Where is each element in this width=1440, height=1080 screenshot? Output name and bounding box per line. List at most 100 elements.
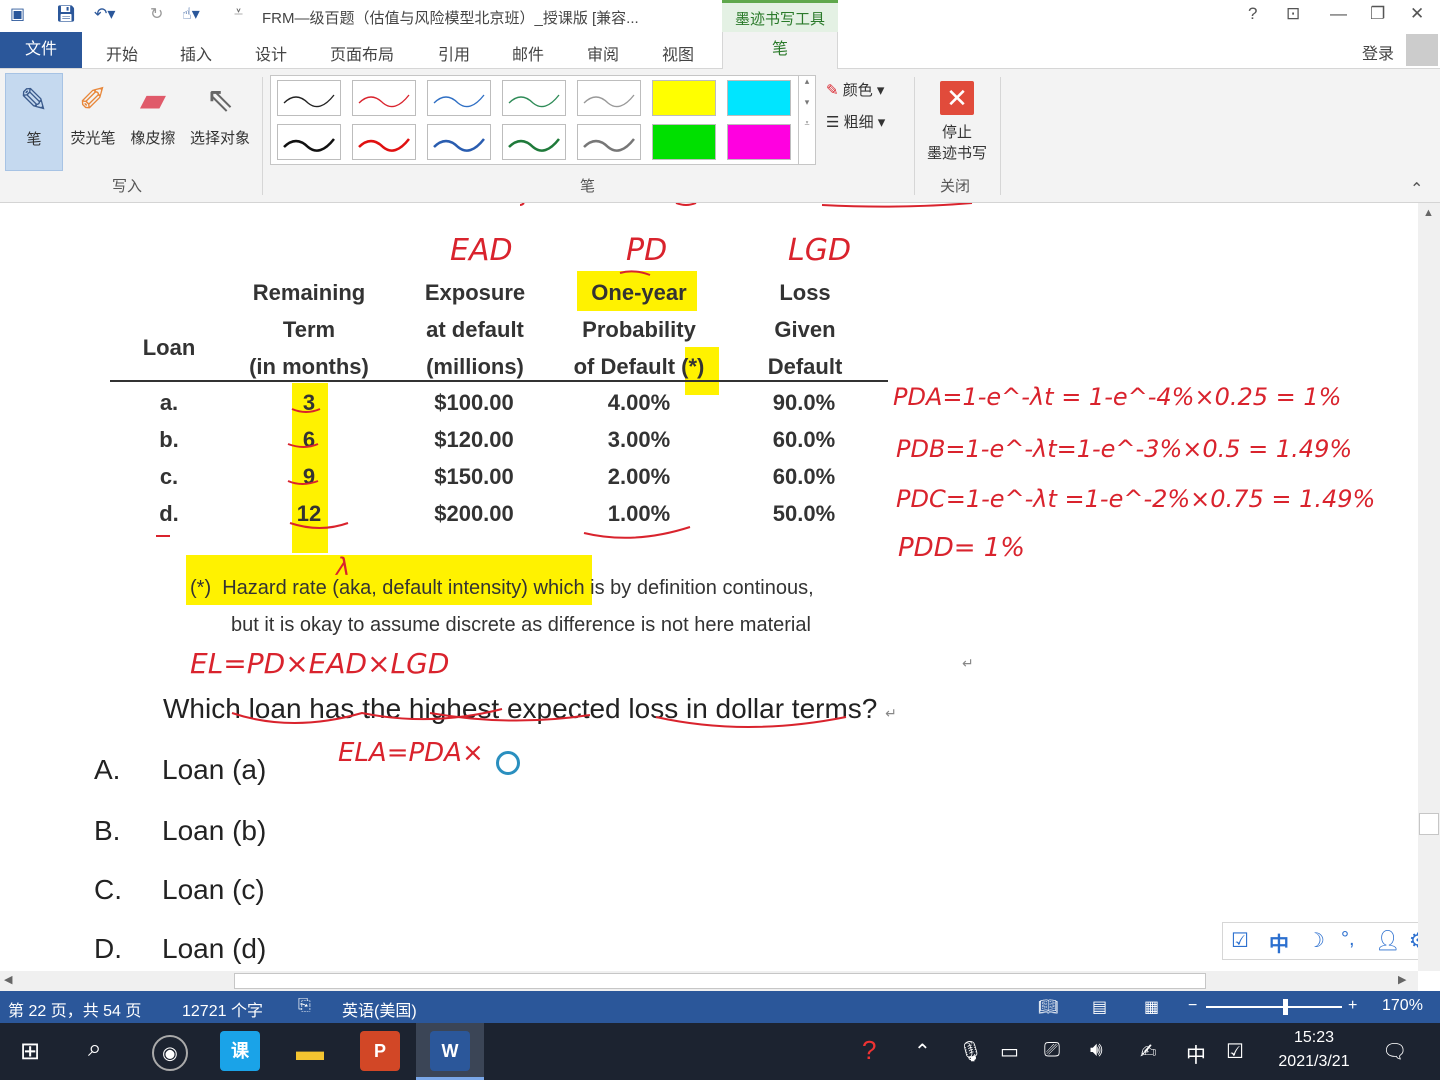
pen-workspace-icon[interactable]: ✍ [1140, 1039, 1157, 1064]
select-objects-button[interactable]: ⇖ 选择对象 [184, 73, 256, 169]
obs-app-icon[interactable]: ◉ [152, 1035, 188, 1071]
stop-label-1: 停止 [941, 124, 972, 141]
pen-style-option[interactable] [352, 80, 416, 116]
clock[interactable]: 15:23 2021/3/21 [1270, 1029, 1358, 1071]
tray-ime-indicator[interactable]: 中 [1186, 1039, 1206, 1068]
ink-term-underlines [287, 408, 349, 529]
network-icon[interactable]: ⎚ [1044, 1039, 1060, 1062]
pen-style-option[interactable] [652, 124, 716, 160]
zoom-slider[interactable] [1206, 1006, 1342, 1008]
pen-style-option[interactable] [502, 80, 566, 116]
ime-chinese-mode[interactable]: 中 [1269, 928, 1289, 957]
pen-style-option[interactable] [652, 80, 716, 116]
page-count[interactable]: 第 22 页，共 54 页 [8, 997, 141, 1021]
horizontal-scroll-thumb[interactable] [234, 973, 1206, 989]
minimize-button[interactable]: — [1330, 4, 1347, 24]
zoom-in-button[interactable]: + [1348, 997, 1357, 1015]
document-area[interactable]: Loan Remaining Term (in months) Exposure at… [0, 203, 1418, 971]
select-objects-label: 选择对象 [189, 130, 250, 147]
scroll-up-icon[interactable]: ▲ [1423, 207, 1434, 219]
scroll-right-icon[interactable]: ▶ [1398, 973, 1406, 986]
tab-pen[interactable]: 笔 [722, 32, 838, 69]
read-mode-icon[interactable]: 📖︎ [1038, 997, 1058, 1017]
ime-user-icon[interactable]: 👤︎ [1375, 928, 1400, 953]
word-app-icon[interactable]: ▣ [10, 4, 25, 24]
highlighter-tool-button[interactable]: ✐ 荧光笔 [64, 73, 122, 169]
eraser-tool-button[interactable]: ▰ 橡皮擦 [124, 73, 182, 169]
pen-style-option[interactable] [277, 80, 341, 116]
close-x-icon: ✕ [940, 81, 974, 115]
tab-references[interactable]: 引用 [438, 41, 470, 65]
pen-style-option[interactable] [277, 124, 341, 160]
taskbar-active-word[interactable]: W [416, 1023, 484, 1080]
pen-style-option[interactable] [427, 124, 491, 160]
zoom-level[interactable]: 170% [1382, 997, 1423, 1015]
print-layout-icon[interactable]: ▤ [1092, 997, 1107, 1017]
zoom-out-button[interactable]: − [1188, 997, 1197, 1015]
tab-page-layout[interactable]: 页面布局 [330, 41, 394, 65]
tab-mailings[interactable]: 邮件 [512, 41, 544, 65]
pen-style-option[interactable] [577, 80, 641, 116]
redo-icon[interactable]: ↻ [150, 4, 163, 24]
ribbon-display-options-icon[interactable]: ⊡ [1286, 4, 1300, 24]
ime-toolbar: ☑ 中 ☽ °, 👤︎ ⚙ [1222, 922, 1438, 960]
ime-switch-icon[interactable]: ☑ [1231, 928, 1249, 953]
pen-style-option[interactable] [727, 80, 791, 116]
save-icon[interactable]: 💾︎ [56, 4, 76, 24]
ime-half-width-icon[interactable]: ☽ [1307, 928, 1325, 953]
tab-insert[interactable]: 插入 [180, 41, 212, 65]
notification-center-icon[interactable]: 🗨︎ [1382, 1039, 1407, 1064]
power-icon[interactable]: ▭ [1000, 1039, 1019, 1064]
tab-review[interactable]: 审阅 [587, 41, 619, 65]
restore-button[interactable]: ❐ [1370, 4, 1385, 24]
customize-qat-icon[interactable]: ⩡ [234, 4, 243, 22]
tab-file[interactable]: 文件 [0, 32, 82, 68]
web-layout-icon[interactable]: ▦ [1144, 997, 1159, 1017]
vertical-scroll-thumb[interactable] [1419, 813, 1439, 835]
pen-color-label: 颜色 [842, 82, 873, 99]
scroll-left-icon[interactable]: ◀ [4, 973, 12, 986]
gallery-scroll[interactable]: ▴ ▾ ⩡ [798, 75, 816, 165]
title-bar: ▣ 💾︎ ↶▾ ↻ ☝▾ ⩡ FRM—级百题（估值与风险模型北京班）_授课版 [… [0, 0, 1440, 32]
login-link[interactable]: 登录 [1362, 40, 1394, 64]
pen-color-dropdown[interactable]: ✎ 颜色 ▾ [826, 79, 884, 100]
collapse-ribbon-icon[interactable]: ⌃ [1410, 179, 1423, 199]
action-check-icon[interactable]: ☑ [1226, 1039, 1244, 1064]
file-explorer-icon[interactable]: ▬ [290, 1031, 330, 1071]
pen-thickness-label: 粗细 [843, 114, 874, 131]
proofing-icon[interactable]: ⎘ [298, 997, 311, 1015]
volume-icon[interactable]: 🔊︎ [1090, 1039, 1103, 1062]
pen-style-option[interactable] [727, 124, 791, 160]
help-circle-icon[interactable]: ? [862, 1035, 876, 1066]
tab-view[interactable]: 视图 [662, 41, 694, 65]
help-button[interactable]: ? [1248, 4, 1257, 24]
pen-style-option[interactable] [427, 80, 491, 116]
zoom-slider-thumb[interactable] [1283, 999, 1288, 1015]
pen-style-option[interactable] [577, 124, 641, 160]
ribbon: ✎ 笔 ✐ 荧光笔 ▰ 橡皮擦 ⇖ 选择对象 写入 ▴ ▾ ⩡ 笔 ✎ 颜色 ▾ ☰… [0, 69, 1440, 203]
pen-tool-button[interactable]: ✎ 笔 [5, 73, 63, 171]
search-icon[interactable]: ⌕ [88, 1035, 101, 1063]
pen-thickness-dropdown[interactable]: ☰ 粗细 ▾ [826, 111, 885, 132]
undo-icon[interactable]: ↶▾ [94, 4, 115, 24]
tab-design[interactable]: 设计 [255, 41, 287, 65]
horizontal-scrollbar[interactable]: ◀ ▶ [0, 971, 1418, 991]
taskbar-app-course[interactable]: 课 [220, 1031, 260, 1071]
microphone-icon[interactable]: 🎙︎ [958, 1039, 983, 1064]
ime-punctuation-icon[interactable]: °, [1341, 928, 1355, 951]
close-button[interactable]: ✕ [1410, 4, 1424, 24]
ink-pd-underline [583, 270, 691, 539]
tab-home[interactable]: 开始 [106, 41, 138, 65]
language-indicator[interactable]: 英语(美国) [342, 997, 417, 1021]
stop-inking-button[interactable]: ✕ 停止 墨迹书写 [924, 81, 990, 163]
tray-chevron-icon[interactable]: ⌃ [914, 1039, 931, 1064]
pen-style-option[interactable] [502, 124, 566, 160]
avatar[interactable] [1406, 34, 1438, 66]
word-count[interactable]: 12721 个字 [182, 997, 263, 1021]
vertical-scrollbar[interactable]: ▲ [1418, 203, 1440, 971]
touch-mode-icon[interactable]: ☝▾ [182, 4, 200, 24]
group-divider [914, 77, 915, 195]
taskbar-app-powerpoint[interactable]: P [360, 1031, 400, 1071]
pen-style-option[interactable] [352, 124, 416, 160]
start-windows-icon[interactable]: ⊞ [20, 1037, 40, 1066]
